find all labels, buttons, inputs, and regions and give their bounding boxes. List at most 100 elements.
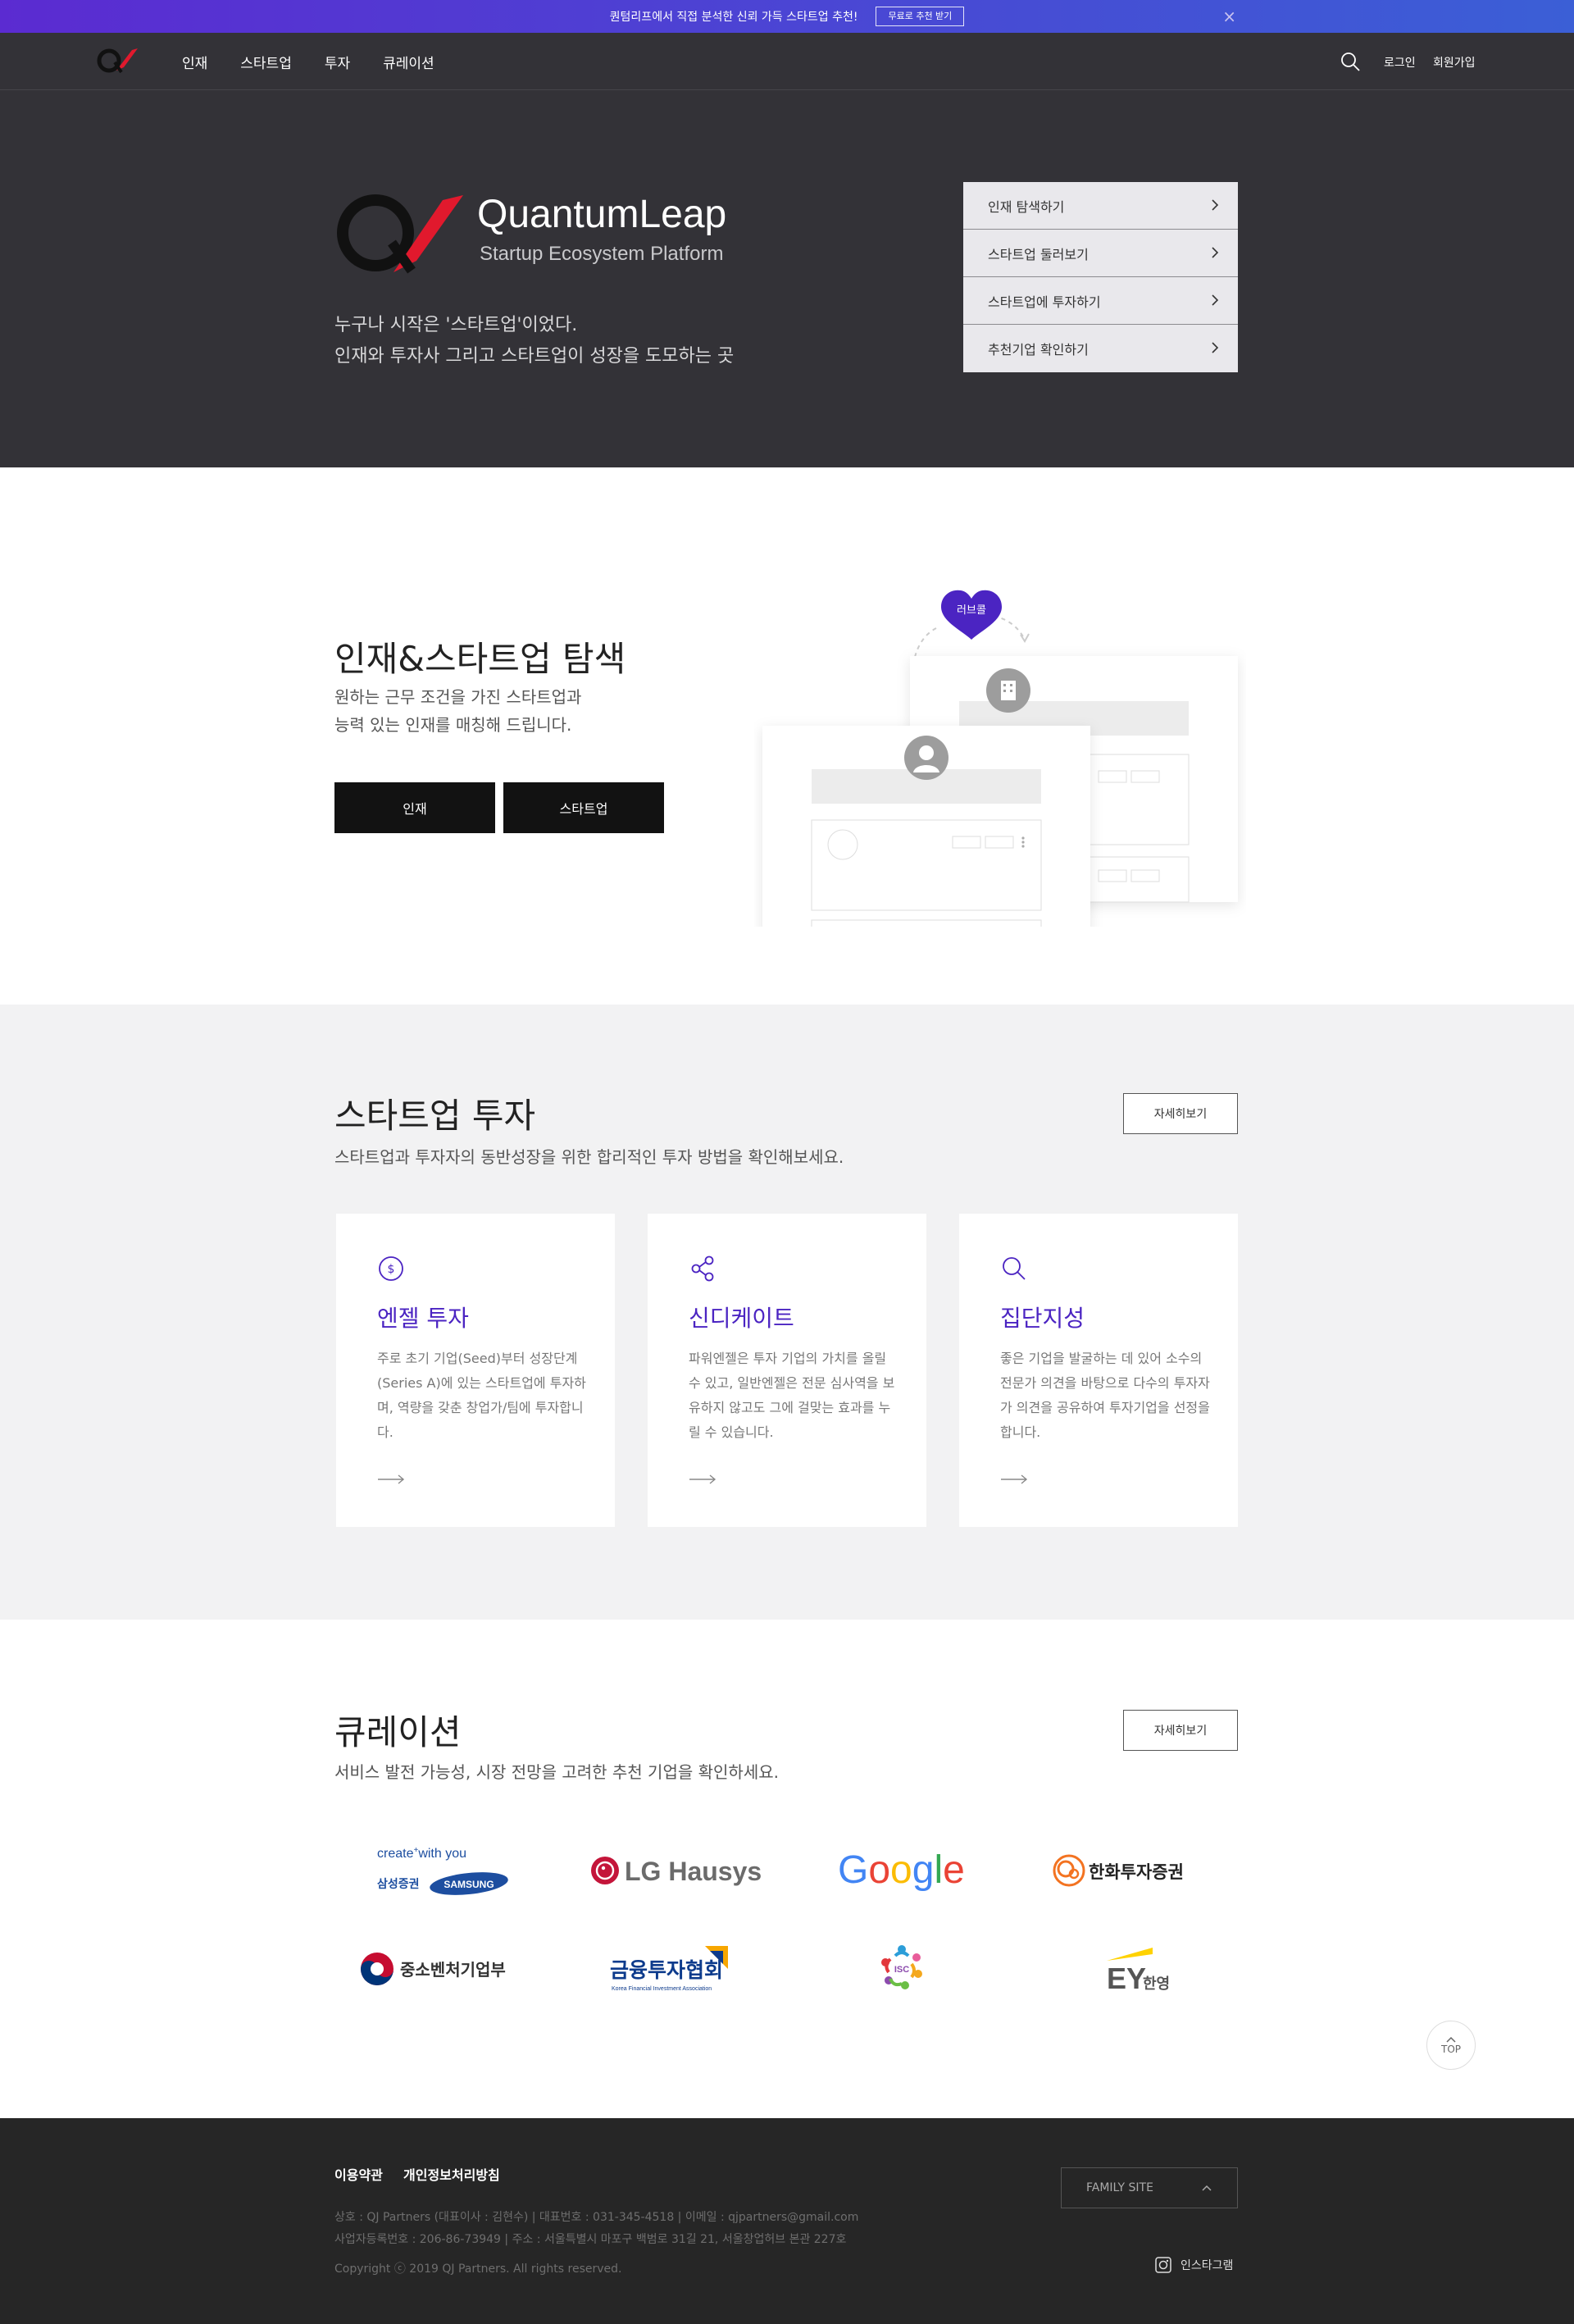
partner-logo-isc[interactable]: ISC <box>787 1928 1017 2010</box>
svg-text:한화투자증권: 한화투자증권 <box>1089 1862 1184 1882</box>
scroll-top-button[interactable]: TOP <box>1426 2021 1476 2070</box>
chevron-right-icon <box>1212 199 1219 211</box>
section-title: 큐레이션 <box>334 1712 462 1752</box>
card-title: 신디케이트 <box>689 1305 794 1332</box>
svg-text:Google: Google <box>838 1848 965 1892</box>
hero-tagline-1: 누구나 시작은 '스타트업'이었다. <box>334 315 578 335</box>
nav-item-curation[interactable]: 큐레이션 <box>383 52 434 72</box>
card-text: 좋은 기업을 발굴하는 데 있어 소수의 전문가 의견을 바탕으로 다수의 투자… <box>1000 1351 1210 1440</box>
invest-card-angel[interactable]: $ 엔젤 투자 주로 초기 기업(Seed)부터 성장단계(Series A)에… <box>336 1214 615 1527</box>
quick-menu-item-startup[interactable]: 스타트업 둘러보기 <box>963 230 1238 277</box>
svg-text:LG Hausys: LG Hausys <box>625 1857 762 1886</box>
nav-item-investment[interactable]: 투자 <box>325 52 350 72</box>
signup-link[interactable]: 회원가입 <box>1433 54 1476 71</box>
promo-cta-button[interactable]: 무료로 추천 받기 <box>876 7 965 26</box>
arrow-right-icon[interactable] <box>377 1474 405 1484</box>
hero-logo <box>337 194 463 274</box>
card-title: 엔젤 투자 <box>377 1305 469 1332</box>
partner-logo-google[interactable]: Google <box>787 1830 1017 1912</box>
section-desc: 서비스 발전 가능성, 시장 전망을 고려한 추천 기업을 확인하세요. <box>334 1762 779 1782</box>
family-site-select[interactable]: FAMILY SITE <box>1061 2167 1238 2208</box>
nav-item-talent[interactable]: 인재 <box>182 52 207 72</box>
card-text: 파워엔젤은 투자 기업의 가치를 올릴 수 있고, 일반엔젤은 전문 심사역을 … <box>689 1351 895 1440</box>
quick-menu-item-recommend[interactable]: 추천기업 확인하기 <box>963 325 1238 372</box>
google-logo: Google <box>838 1848 965 1892</box>
partner-logo-lg-hausys[interactable]: LG Hausys <box>557 1830 787 1912</box>
section-desc: 스타트업과 투자자의 동반성장을 위한 합리적인 투자 방법을 확인해보세요. <box>334 1147 844 1167</box>
instagram-label: 인스타그램 <box>1180 2259 1234 2272</box>
section-title: 인재&스타트업 탐색 <box>334 639 626 679</box>
partner-logo-ey[interactable]: EY 한영 <box>1017 1928 1246 2010</box>
heart-label: 러브콜 <box>957 604 986 617</box>
partner-logo-kofia[interactable]: 금융투자협회 Korea Financial Investment Associ… <box>557 1928 787 2010</box>
hanwha-logo: 한화투자증권 <box>1053 1854 1184 1887</box>
close-icon[interactable]: × <box>1222 7 1236 26</box>
instagram-icon <box>1155 2257 1171 2273</box>
smes-logo: 중소벤처기업부 <box>361 1953 506 1985</box>
svg-text:금융투자협회: 금융투자협회 <box>610 1958 723 1982</box>
ey-logo: EY 한영 <box>1107 1948 1170 1995</box>
quick-menu-item-invest[interactable]: 스타트업에 투자하기 <box>963 277 1238 325</box>
quick-menu-label: 스타트업 둘러보기 <box>988 246 1089 262</box>
brand-name: QuantumLeap <box>477 193 727 236</box>
card-text: 주로 초기 기업(Seed)부터 성장단계(Series A)에 있는 스타트업… <box>377 1351 586 1440</box>
quick-menu-item-talent[interactable]: 인재 탐색하기 <box>963 182 1238 230</box>
brand-subtitle: Startup Ecosystem Platform <box>480 243 724 265</box>
quick-menu: 인재 탐색하기 스타트업 둘러보기 스타트업에 투자하기 추천기업 확인하기 <box>963 182 1238 372</box>
talent-button[interactable]: 인재 <box>334 782 495 833</box>
invest-section: 스타트업 투자 스타트업과 투자자의 동반성장을 위한 합리적인 투자 방법을 … <box>0 1005 1574 1620</box>
partner-logo-smes[interactable]: 중소벤처기업부 <box>328 1928 557 2010</box>
brand-logo[interactable] <box>97 46 143 75</box>
isc-logo: ISC <box>881 1945 922 1989</box>
explore-section: 인재&스타트업 탐색 원하는 근무 조건을 가진 스타트업과 능력 있는 인재를… <box>0 467 1574 1005</box>
quick-menu-label: 스타트업에 투자하기 <box>988 294 1101 310</box>
lg-hausys-logo: LG Hausys <box>591 1857 762 1886</box>
svg-text:Korea Financial Investment Ass: Korea Financial Investment Association <box>612 1986 712 1992</box>
partner-logo-samsung[interactable]: create+with you 삼성증권 SAMSUNG <box>328 1830 557 1912</box>
top-label: TOP <box>1440 2043 1461 2055</box>
company-info: 상호 : QJ Partners (대표이사 : 김현수) | 대표번호 : 0… <box>334 2211 859 2224</box>
instagram-link[interactable]: 인스타그램 <box>1154 2256 1233 2274</box>
header: 인재 스타트업 투자 큐레이션 로그인 회원가입 <box>0 33 1574 90</box>
section-title: 스타트업 투자 <box>334 1096 536 1136</box>
family-site-label: FAMILY SITE <box>1086 2181 1153 2194</box>
main-nav: 인재 스타트업 투자 큐레이션 <box>182 33 434 90</box>
arrow-right-icon[interactable] <box>1000 1474 1028 1484</box>
quick-menu-label: 인재 탐색하기 <box>988 198 1065 215</box>
samsung-logo: create+with you 삼성증권 SAMSUNG <box>377 1846 508 1895</box>
search-icon[interactable] <box>1340 51 1361 72</box>
chevron-right-icon <box>1212 342 1219 353</box>
privacy-link[interactable]: 개인정보처리방침 <box>403 2164 500 2184</box>
svg-text:SAMSUNG: SAMSUNG <box>444 1879 494 1890</box>
share-icon <box>691 1255 714 1282</box>
arrow-right-icon[interactable] <box>689 1474 716 1484</box>
curation-section: 큐레이션 서비스 발전 가능성, 시장 전망을 고려한 추천 기업을 확인하세요… <box>0 1620 1574 2118</box>
footer: 이용약관 개인정보처리방침 상호 : QJ Partners (대표이사 : 김… <box>0 2118 1574 2324</box>
partner-logo-hanwha[interactable]: 한화투자증권 <box>1017 1830 1246 1912</box>
chevron-right-icon <box>1212 294 1219 306</box>
invest-more-button[interactable]: 자세히보기 <box>1123 1093 1238 1134</box>
nav-item-startup[interactable]: 스타트업 <box>240 52 292 72</box>
invest-card-collective[interactable]: 집단지성 좋은 기업을 발굴하는 데 있어 소수의 전문가 의견을 바탕으로 다… <box>959 1214 1238 1527</box>
hero-tagline-2: 인재와 투자사 그리고 스타트업이 성장을 도모하는 곳 <box>334 346 735 367</box>
terms-link[interactable]: 이용약관 <box>334 2164 383 2184</box>
svg-text:ISC: ISC <box>894 1965 909 1975</box>
section-desc: 원하는 근무 조건을 가진 스타트업과 <box>334 687 582 707</box>
invest-card-syndicate[interactable]: 신디케이트 파워엔젤은 투자 기업의 가치를 올릴 수 있고, 일반엔젤은 전문… <box>648 1214 926 1527</box>
curation-more-button[interactable]: 자세히보기 <box>1123 1710 1238 1751</box>
login-link[interactable]: 로그인 <box>1384 54 1416 71</box>
startup-button[interactable]: 스타트업 <box>503 782 664 833</box>
hero-section: QuantumLeap Startup Ecosystem Platform 누… <box>0 90 1574 467</box>
search-icon <box>1003 1257 1026 1280</box>
dollar-icon: $ <box>379 1256 403 1281</box>
card-title: 집단지성 <box>1000 1305 1085 1332</box>
company-info: 사업자등록번호 : 206-86-73949 | 주소 : 서울특별시 마포구 … <box>334 2233 847 2246</box>
promo-bar: 퀀텀리프에서 직접 분석한 신뢰 가득 스타트업 추천! 무료로 추천 받기 × <box>0 0 1574 33</box>
kofia-logo: 금융투자협회 Korea Financial Investment Associ… <box>610 1946 728 1992</box>
section-desc: 능력 있는 인재를 매칭해 드립니다. <box>334 715 572 735</box>
svg-text:create+with you: create+with you <box>377 1846 466 1861</box>
svg-text:중소벤처기업부: 중소벤처기업부 <box>400 1960 506 1980</box>
chevron-right-icon <box>1212 247 1219 258</box>
promo-text: 퀀텀리프에서 직접 분석한 신뢰 가득 스타트업 추천! <box>609 11 858 24</box>
svg-text:한영: 한영 <box>1143 1975 1170 1993</box>
